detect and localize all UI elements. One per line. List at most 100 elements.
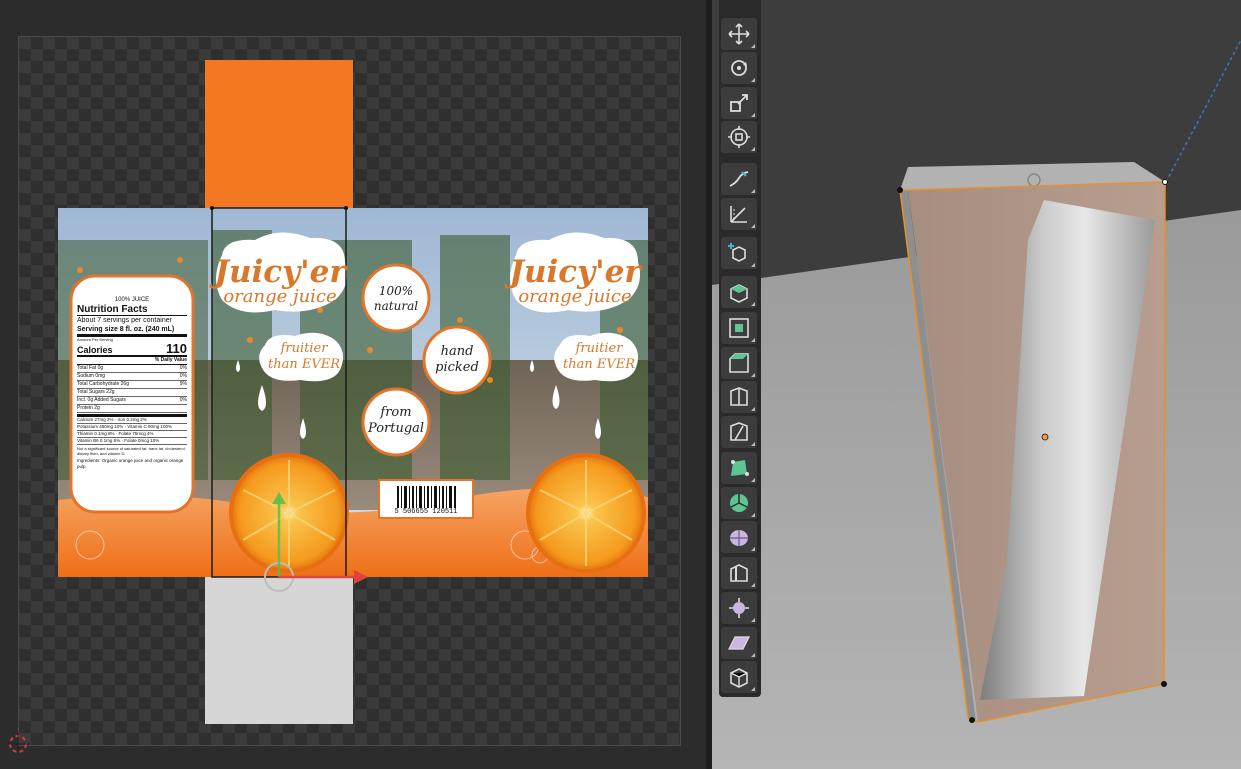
nutrient-dv: 0% — [179, 365, 187, 371]
loop-cut-tool[interactable] — [721, 381, 757, 413]
nutrition-serving-size: Serving size 8 fl. oz. (240 mL) — [77, 325, 187, 337]
rip-region-tool[interactable] — [721, 661, 757, 693]
spin-tool[interactable] — [721, 487, 757, 519]
poly-build-tool[interactable] — [721, 452, 757, 484]
tagline-front: fruitier than EVER — [267, 341, 340, 372]
nutrient-dv: 0% — [179, 373, 187, 379]
badge-origin-text: from Portugal — [368, 405, 425, 436]
bevel-tool[interactable] — [721, 347, 757, 379]
product-name-back: orange juice — [518, 286, 631, 307]
tool-options-indicator — [751, 442, 755, 446]
tool-options-indicator — [751, 618, 755, 622]
nutrient-label: Total Sugars 22g — [77, 389, 115, 395]
tool-options-indicator — [751, 653, 755, 657]
tool-options-indicator — [751, 78, 755, 82]
nutrient-dv: 9% — [179, 381, 187, 387]
tool-options-indicator — [751, 407, 755, 411]
tool-options-indicator — [751, 338, 755, 342]
nutrition-row: Sodium 0mg 0% — [77, 373, 187, 381]
tool-options-indicator — [751, 373, 755, 377]
calories-value: 110 — [166, 341, 187, 356]
spin-icon — [730, 494, 748, 512]
tool-options-indicator — [751, 224, 755, 228]
poly-build-icon — [731, 460, 749, 476]
nutrition-title: Nutrition Facts — [77, 304, 187, 316]
barcode-number: 5 506655 120511 — [394, 508, 458, 516]
shear-tool[interactable] — [721, 627, 757, 659]
tool-options-indicator — [751, 44, 755, 48]
product-name-front: orange juice — [223, 286, 336, 307]
tagline-back: fruitier than EVER — [562, 341, 635, 372]
tool-options-indicator — [751, 547, 755, 551]
measure-tool[interactable] — [721, 198, 757, 230]
smooth-icon — [730, 530, 748, 546]
shrink-fatten-icon — [729, 598, 749, 618]
badge-natural-text: 100% natural — [373, 284, 419, 313]
scale-tool[interactable] — [721, 87, 757, 119]
nutrient-label: Protein 2g — [77, 405, 100, 411]
scale-icon — [730, 94, 748, 112]
mineral-row: Thiamin 0.1mg 8% · Folate 75mcg 4% — [77, 431, 187, 438]
tool-options-indicator — [751, 189, 755, 193]
transform-tool[interactable] — [721, 121, 757, 153]
tool-options-indicator — [751, 302, 755, 306]
nutrition-minerals: Calcium 27mg 2% · Iron 0.2mg 2% Potassium… — [77, 414, 187, 445]
nutrition-footnote: Not a significant source of saturated fa… — [77, 446, 186, 456]
nutrition-ingredients: Ingredients: Organic orange juice and or… — [77, 458, 184, 469]
orange-slice-back — [526, 453, 646, 573]
knife-icon — [730, 422, 748, 441]
tool-options-indicator — [751, 113, 755, 117]
uv-cursor-icon[interactable] — [6, 732, 30, 756]
nutrient-label: Total Fat 0g — [77, 365, 104, 371]
brand-name-back: Juicy'er — [504, 254, 643, 290]
bottom-flap — [205, 577, 353, 724]
top-flap — [205, 60, 353, 208]
nutrition-row: Total Fat 0g 0% — [77, 365, 187, 373]
shear-icon — [728, 636, 750, 650]
tool-options-indicator — [751, 478, 755, 482]
tool-options-indicator — [751, 263, 755, 267]
tool-options-indicator — [751, 147, 755, 151]
dv-header: % Daily Value — [77, 357, 187, 365]
mineral-row: Potassium 450mg 10% · Vitamin C 90mg 100… — [77, 424, 187, 431]
knife-tool[interactable] — [721, 416, 757, 448]
nutrition-row: Protein 2g — [77, 405, 187, 413]
rotate-tool[interactable] — [721, 52, 757, 84]
measure-icon — [730, 206, 747, 223]
annotate-tool[interactable] — [721, 163, 757, 195]
nutrition-top: 100% JUICE — [114, 297, 150, 303]
move-icon — [728, 23, 750, 45]
tool-options-indicator — [751, 687, 755, 691]
nutrition-row: Incl. 0g Added Sugars 0% — [77, 397, 187, 405]
add-cube-tool[interactable] — [721, 237, 757, 269]
mineral-row: Vitamin B6 0.1mg 6% · Folate 0mcg 10% — [77, 438, 187, 445]
badge-picked-text: hand picked — [435, 344, 479, 375]
add-cube-icon — [728, 243, 746, 262]
rotate-icon — [731, 60, 747, 76]
tool-options-indicator — [751, 513, 755, 517]
nutrient-label: Sodium 0mg — [77, 373, 106, 379]
move-tool[interactable] — [721, 18, 757, 50]
nutrient-label: Incl. 0g Added Sugars — [77, 397, 126, 403]
shrink-fatten-tool[interactable] — [721, 592, 757, 624]
brand-name-front: Juicy'er — [209, 254, 348, 290]
origin-point — [1041, 433, 1049, 441]
nutrient-label: Total Carbohydrate 26g — [77, 381, 129, 387]
mineral-row: Calcium 27mg 2% · Iron 0.2mg 2% — [77, 417, 187, 424]
tool-shelf — [719, 0, 761, 697]
loop-cut-icon — [730, 387, 748, 406]
extrude-icon — [730, 284, 748, 303]
nutrition-servings: About 7 servings per container — [77, 317, 172, 324]
calories-label: Calories — [77, 345, 113, 355]
tool-options-indicator — [751, 583, 755, 587]
uv-editor[interactable]: Juicy'er orange juice Juicy'er orange ju… — [0, 0, 706, 769]
edge-slide-tool[interactable] — [721, 557, 757, 589]
extrude-region-tool[interactable] — [721, 276, 757, 308]
3d-viewport[interactable] — [712, 0, 1241, 769]
nutrient-dv: 0% — [179, 397, 187, 403]
inset-faces-tool[interactable] — [721, 312, 757, 344]
edge-slide-icon — [730, 564, 748, 582]
smooth-tool[interactable] — [721, 521, 757, 553]
viewport-canvas[interactable] — [712, 0, 1241, 769]
orange-slice-front — [229, 453, 349, 573]
